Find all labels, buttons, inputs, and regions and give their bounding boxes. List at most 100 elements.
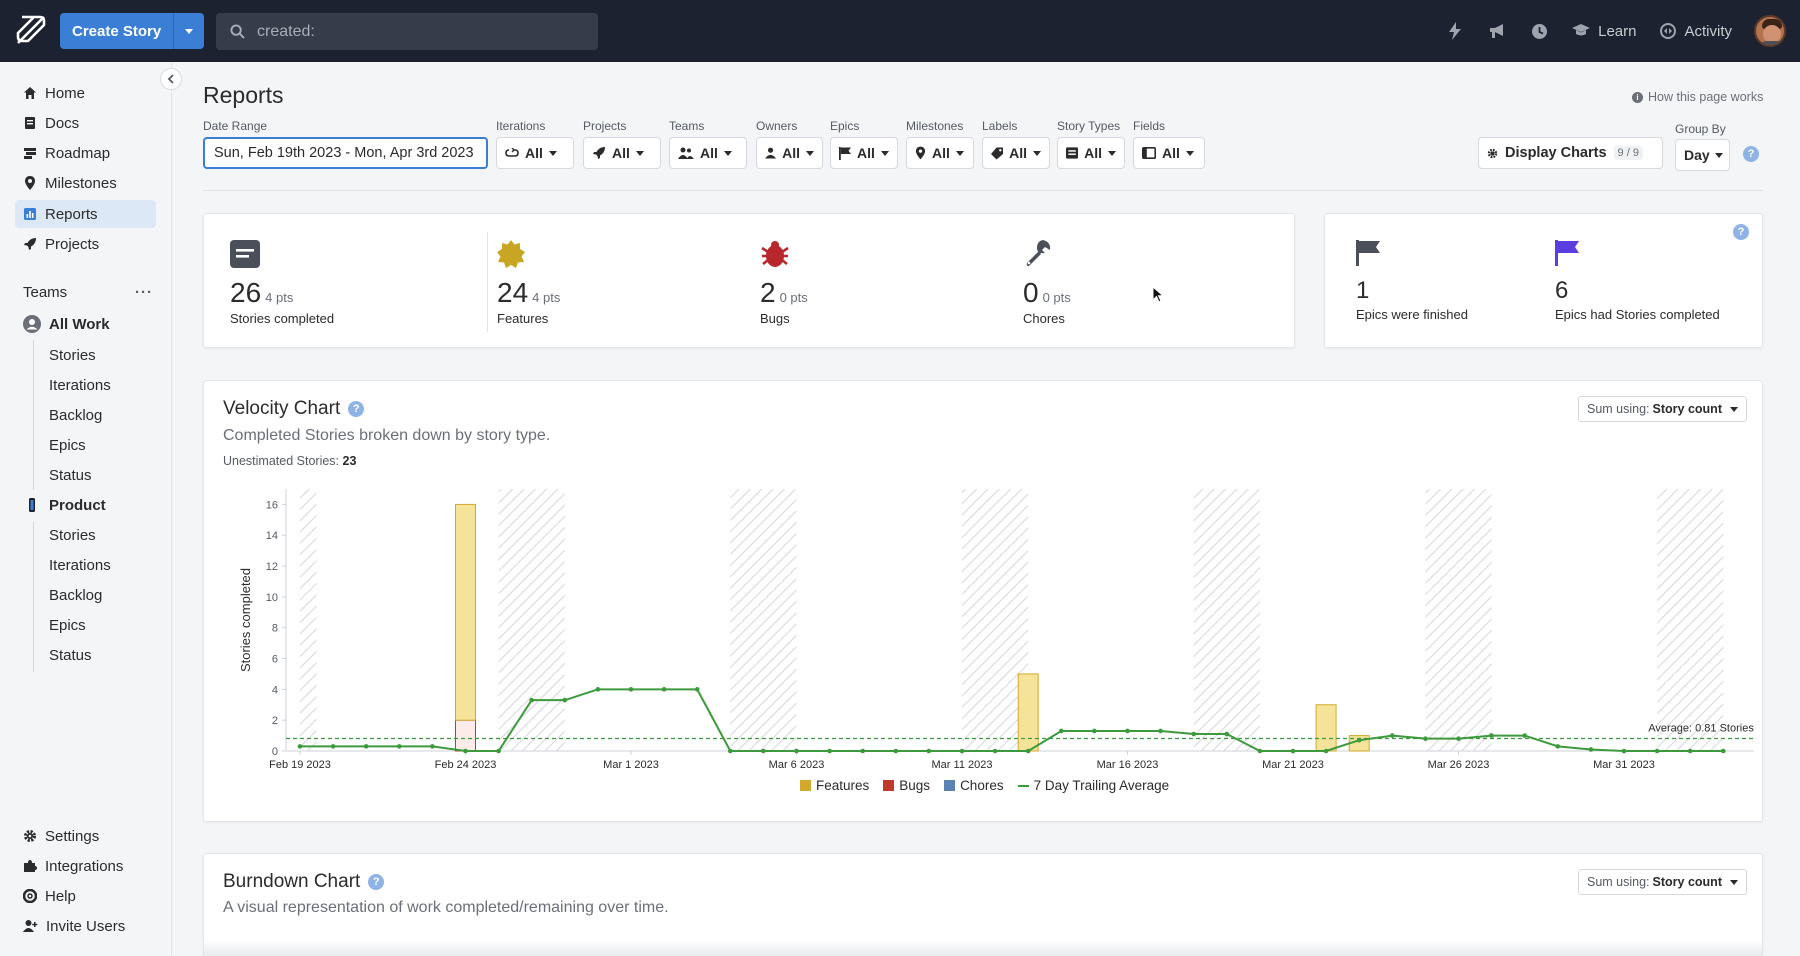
create-story-menu-button[interactable] — [174, 13, 205, 49]
legend-trailing-average[interactable]: 7 Day Trailing Average — [1017, 778, 1169, 793]
display-charts-count: 9 / 9 — [1613, 146, 1643, 160]
date-range-input[interactable]: Sun, Feb 19th 2023 - Mon, Apr 3rd 2023 — [203, 137, 488, 169]
create-story-button[interactable]: Create Story — [60, 13, 175, 49]
velocity-chart-subtitle: Completed Stories broken down by story t… — [223, 427, 551, 444]
stat-epics-finished: 1 Epics were finished — [1356, 240, 1468, 322]
filter-value: All — [700, 145, 718, 161]
sidebar-item-label: Integrations — [45, 857, 124, 875]
trailing-average-point — [1125, 728, 1130, 734]
trailing-average-point — [728, 748, 733, 754]
stat-num: 26 — [230, 277, 262, 308]
shortcut-logo[interactable] — [14, 13, 48, 47]
user-avatar[interactable] — [1754, 15, 1786, 47]
all-work-iterations[interactable]: Iterations — [49, 373, 111, 397]
group-by-value: Day — [1684, 147, 1710, 163]
sidebar-item-help[interactable]: Help — [15, 882, 156, 910]
iterations-filter[interactable]: All — [496, 137, 574, 169]
trailing-average-point — [959, 748, 965, 754]
teams-filter[interactable]: All — [669, 137, 747, 169]
filter-label: Story Types — [1057, 119, 1121, 133]
all-work-stories[interactable]: Stories — [49, 343, 96, 367]
all-work-epics[interactable]: Epics — [49, 433, 86, 457]
sidebar-item-docs[interactable]: Docs — [15, 109, 156, 137]
trailing-average-point — [1456, 736, 1461, 741]
sidebar-item-invite-users[interactable]: Invite Users — [15, 912, 156, 940]
legend-swatch — [883, 780, 895, 791]
all-work-backlog[interactable]: Backlog — [49, 403, 102, 427]
help-icon[interactable]: ? — [368, 874, 385, 890]
sidebar-item-integrations[interactable]: Integrations — [15, 852, 156, 880]
trailing-average-point — [1687, 748, 1693, 754]
search-input[interactable] — [257, 22, 557, 41]
owners-filter[interactable]: All — [756, 137, 823, 169]
product-status[interactable]: Status — [49, 643, 92, 667]
sidebar-item-milestones[interactable]: Milestones — [15, 169, 156, 197]
collapse-sidebar-button[interactable] — [160, 68, 182, 90]
weekend-band — [730, 489, 797, 751]
team-icon — [678, 147, 694, 159]
how-link-label: How this page works — [1648, 90, 1764, 104]
display-charts-button[interactable]: Display Charts 9 / 9 — [1478, 137, 1663, 169]
story-types-filter[interactable]: All — [1057, 137, 1125, 169]
legend-features[interactable]: Features — [800, 778, 869, 793]
how-this-page-works-link[interactable]: i How this page works — [1632, 90, 1763, 104]
flag-icon — [839, 146, 851, 160]
filter-value: All — [782, 145, 800, 161]
product-backlog[interactable]: Backlog — [49, 583, 102, 607]
clock-icon[interactable] — [1518, 0, 1560, 62]
filter-value: All — [857, 145, 875, 161]
invite-user-icon — [23, 920, 38, 932]
sidebar-item-roadmap[interactable]: Roadmap — [15, 139, 156, 167]
fields-filter[interactable]: All — [1133, 137, 1205, 169]
help-icon[interactable]: ? — [348, 401, 365, 417]
trailing-average-point — [1654, 748, 1660, 754]
all-work-status[interactable]: Status — [49, 463, 92, 487]
epic-flag-icon — [1356, 240, 1380, 266]
learn-link[interactable]: Learn — [1560, 0, 1648, 62]
help-icon[interactable]: ? — [1743, 146, 1759, 162]
filter-label: Owners — [756, 119, 798, 133]
trailing-average-point — [1290, 748, 1296, 754]
sidebar-item-home[interactable]: Home — [15, 79, 156, 107]
trailing-average-point — [430, 744, 435, 749]
team-product[interactable]: Product — [23, 492, 106, 518]
burndown-sum-select[interactable]: Sum using: Story count — [1578, 869, 1747, 895]
filter-label: Epics — [830, 119, 860, 133]
filter-value: All — [932, 145, 950, 161]
trailing-average-point — [1323, 748, 1329, 754]
trailing-average-point — [926, 748, 932, 754]
top-bar: Create Story Learn Activity — [0, 0, 1800, 62]
epics-filter[interactable]: All — [830, 137, 898, 169]
bolt-icon[interactable] — [1434, 0, 1476, 62]
y-tick-label: 8 — [272, 623, 278, 635]
bar-bugs — [455, 719, 476, 752]
y-tick-label: 0 — [272, 746, 278, 758]
milestones-filter[interactable]: All — [906, 137, 974, 169]
projects-filter[interactable]: All — [583, 137, 661, 169]
product-iterations[interactable]: Iterations — [49, 553, 111, 577]
more-icon[interactable]: ··· — [135, 284, 153, 301]
team-all-work[interactable]: All Work — [23, 311, 110, 337]
sidebar-item-label: Home — [45, 84, 86, 102]
trailing-average-point — [661, 687, 667, 692]
product-stories[interactable]: Stories — [49, 523, 96, 547]
unestimated-label: Unestimated Stories: — [223, 454, 340, 468]
stat-pts: 4 pts — [265, 290, 294, 305]
group-by-select[interactable]: Day — [1675, 139, 1730, 171]
labels-filter[interactable]: All — [982, 137, 1050, 169]
gear-icon — [24, 830, 36, 842]
sidebar-item-reports[interactable]: Reports — [15, 200, 156, 228]
sidebar-item-projects[interactable]: Projects — [15, 230, 156, 258]
weekend-band — [498, 489, 565, 751]
velocity-legend: Features Bugs Chores 7 Day Trailing Aver… — [800, 778, 1169, 793]
header-divider — [203, 190, 1763, 191]
legend-bugs[interactable]: Bugs — [883, 778, 930, 793]
activity-link[interactable]: Activity — [1648, 0, 1744, 62]
product-epics[interactable]: Epics — [49, 613, 86, 637]
filter-label: Iterations — [496, 119, 546, 133]
velocity-sum-select[interactable]: Sum using: Story count — [1578, 396, 1747, 422]
legend-chores[interactable]: Chores — [944, 778, 1004, 793]
help-icon[interactable]: ? — [1733, 224, 1749, 240]
megaphone-icon[interactable] — [1476, 0, 1518, 62]
sidebar-item-settings[interactable]: Settings — [15, 822, 156, 850]
